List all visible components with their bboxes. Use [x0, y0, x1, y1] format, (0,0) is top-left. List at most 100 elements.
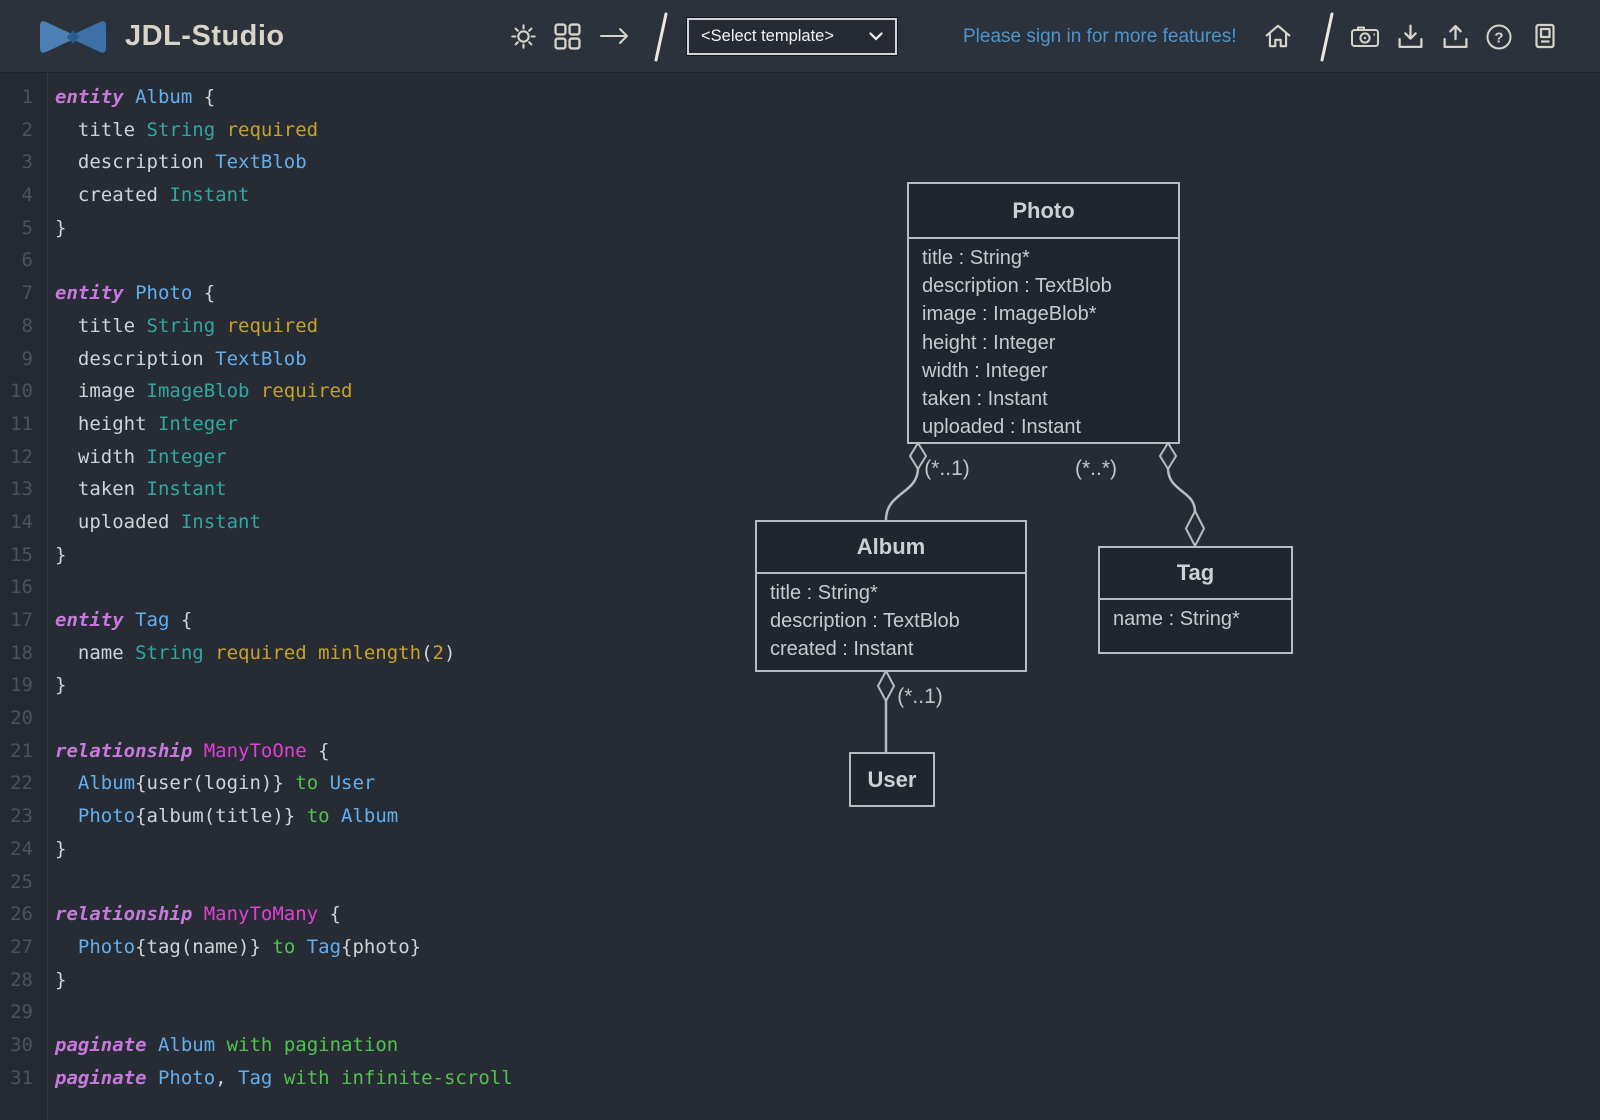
line-number: 27	[10, 935, 33, 958]
divider-slash	[652, 12, 670, 67]
code-text: }	[55, 216, 67, 239]
theme-sun-icon[interactable]	[510, 23, 537, 50]
top-toolbar: JDL-Studio <Select template> Please sign…	[0, 0, 1600, 73]
line-number: 11	[10, 412, 33, 435]
line-number: 6	[21, 249, 33, 272]
code-line[interactable]: 16	[0, 571, 740, 604]
line-number: 29	[10, 1001, 33, 1024]
entity-field: image : ImageBlob*	[922, 303, 1097, 326]
svg-text:?: ?	[1494, 30, 1503, 47]
line-number: 4	[21, 184, 33, 207]
code-line[interactable]: 31 paginate Photo, Tag with infinite-scro…	[0, 1062, 740, 1095]
entity-album: Album title : String* description : TextBl…	[755, 520, 1027, 672]
help-icon[interactable]: ?	[1485, 23, 1513, 51]
line-number: 31	[10, 1066, 33, 1089]
entity-title: User	[867, 766, 917, 792]
entity-title: Album	[757, 522, 1025, 574]
code-line[interactable]: 22 Album{user(login)} to User	[0, 767, 740, 800]
code-line[interactable]: 21 relationship ManyToOne {	[0, 735, 740, 768]
line-number: 3	[21, 151, 33, 174]
line-number: 22	[10, 772, 33, 795]
code-text: uploaded Instant	[55, 510, 261, 533]
entity-field: name : String*	[1113, 608, 1240, 630]
line-number: 10	[10, 380, 33, 403]
line-number: 19	[10, 674, 33, 697]
upload-icon[interactable]	[1442, 23, 1469, 50]
code-line[interactable]: 19}	[0, 669, 740, 702]
code-line[interactable]: 3 description TextBlob	[0, 146, 740, 179]
line-number: 25	[10, 870, 33, 893]
edge-photo-tag	[1166, 467, 1197, 513]
code-line[interactable]: 25	[0, 866, 740, 899]
home-icon[interactable]	[1264, 22, 1292, 50]
code-line[interactable]: 18 name String required minlength(2)	[0, 637, 740, 670]
entity-fields: name : String*	[1100, 600, 1291, 633]
code-line[interactable]: 27 Photo{tag(name)} to Tag{photo}	[0, 931, 740, 964]
code-text: relationship ManyToMany {	[55, 903, 341, 926]
code-line[interactable]: 29	[0, 996, 740, 1029]
code-line[interactable]: 20	[0, 702, 740, 735]
code-line[interactable]: 14 uploaded Instant	[0, 506, 740, 539]
code-line[interactable]: 17 entity Tag {	[0, 604, 740, 637]
code-text: paginate Album with pagination	[55, 1033, 399, 1056]
code-text: }	[55, 968, 67, 991]
code-line[interactable]: 6	[0, 244, 740, 277]
divider-slash	[1318, 12, 1336, 67]
multiplicity-label: (*..1)	[897, 685, 943, 708]
template-select[interactable]: <Select template>	[686, 17, 898, 56]
code-line[interactable]: 23 Photo{album(title)} to Album	[0, 800, 740, 833]
jdl-code-editor[interactable]: 1 entity Album {2 title String required 3 …	[0, 81, 740, 1094]
line-number: 18	[10, 641, 33, 664]
jdl-studio-logo[interactable]	[35, 15, 111, 59]
code-line[interactable]: 2 title String required	[0, 114, 740, 147]
line-number: 1	[21, 86, 33, 108]
camera-capture-icon[interactable]	[1350, 24, 1380, 48]
code-line[interactable]: 5}	[0, 212, 740, 245]
entity-fields: title : String* description : TextBlob cre…	[757, 574, 1025, 664]
code-text: width Integer	[55, 445, 227, 468]
code-line[interactable]: 12 width Integer	[0, 441, 740, 474]
code-text: relationship ManyToOne {	[55, 739, 330, 762]
line-number: 9	[21, 347, 33, 370]
code-line[interactable]: 26 relationship ManyToMany {	[0, 898, 740, 931]
layout-grid-icon[interactable]	[554, 23, 581, 50]
code-line[interactable]: 30 paginate Album with pagination	[0, 1029, 740, 1062]
line-number: 13	[10, 478, 33, 501]
code-line[interactable]: 10 image ImageBlob required	[0, 375, 740, 408]
code-line[interactable]: 24}	[0, 833, 740, 866]
aggregation-diamond-tag	[1184, 508, 1206, 549]
line-number: 21	[10, 739, 33, 762]
code-text: taken Instant	[55, 478, 227, 501]
entity-field: title : String*	[922, 247, 1030, 269]
aggregation-diamond-album-user	[876, 668, 896, 704]
code-line[interactable]: 8 title String required	[0, 310, 740, 343]
download-icon[interactable]	[1397, 23, 1424, 50]
code-line[interactable]: 4 created Instant	[0, 179, 740, 212]
entity-field: height : Integer	[922, 331, 1056, 354]
code-line[interactable]: 7 entity Photo {	[0, 277, 740, 310]
code-line[interactable]: 13 taken Instant	[0, 473, 740, 506]
code-line[interactable]: 15}	[0, 539, 740, 572]
entity-field: description : TextBlob	[770, 610, 960, 633]
code-line[interactable]: 11 height Integer	[0, 408, 740, 441]
signin-link[interactable]: Please sign in for more features!	[963, 0, 1237, 73]
template-select-value: <Select template>	[701, 27, 834, 45]
line-number: 15	[10, 543, 33, 566]
code-line[interactable]: 1 entity Album {	[0, 81, 740, 114]
entity-field: width : Integer	[922, 359, 1048, 382]
code-line[interactable]: 9 description TextBlob	[0, 343, 740, 376]
line-number: 12	[10, 445, 33, 468]
apply-arrow-icon[interactable]	[598, 24, 630, 48]
line-number: 16	[10, 576, 33, 599]
code-text: Photo{album(title)} to Album	[77, 805, 399, 828]
documentation-icon[interactable]	[1532, 23, 1558, 50]
code-text: image ImageBlob required	[55, 380, 353, 403]
code-text: height Integer	[55, 412, 239, 435]
code-text: description TextBlob	[55, 151, 307, 174]
code-line[interactable]: 28}	[0, 964, 740, 997]
code-text: entity Photo {	[55, 282, 216, 305]
code-text: description TextBlob	[55, 347, 307, 370]
